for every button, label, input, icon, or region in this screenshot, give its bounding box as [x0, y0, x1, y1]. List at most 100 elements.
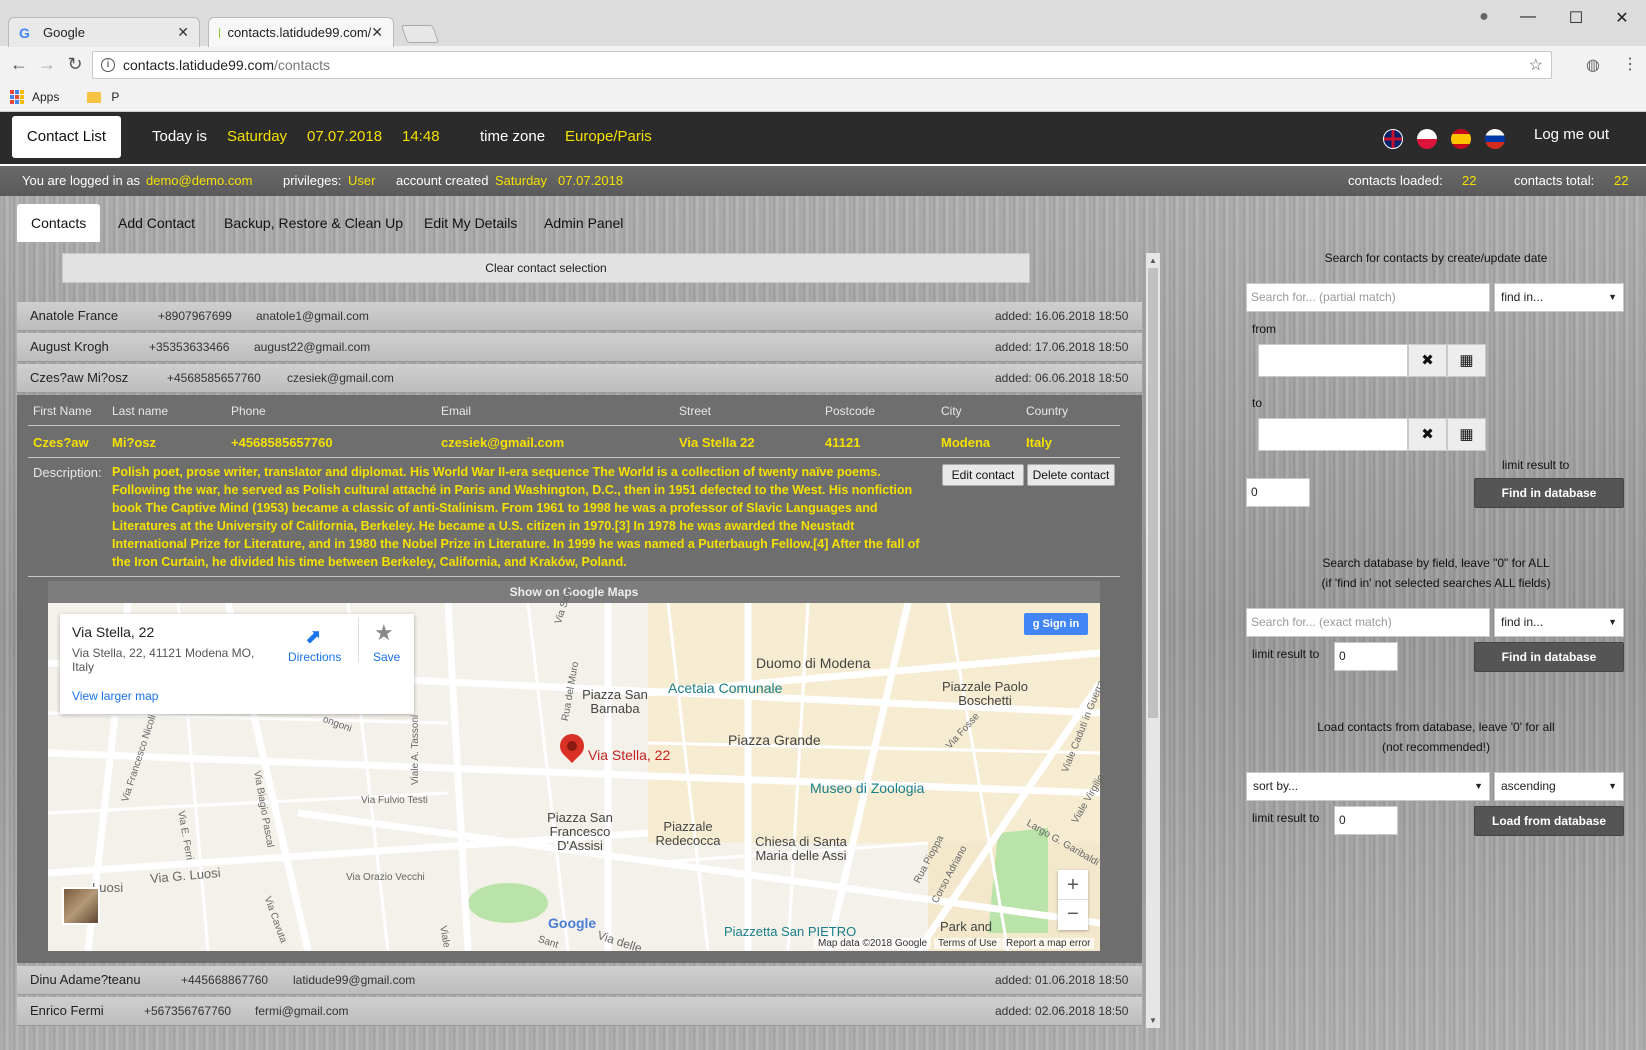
browser-tab-label: contacts.latidude99.com/: [227, 25, 372, 40]
sort-by-select[interactable]: sort by... ▼: [1246, 772, 1490, 801]
contact-name: Anatole France: [30, 308, 119, 323]
from-date-input[interactable]: [1258, 344, 1408, 377]
partial-search-input[interactable]: Search for... (partial match): [1246, 283, 1490, 312]
close-tab-icon[interactable]: ✕: [371, 24, 383, 41]
clear-date-icon[interactable]: ✖: [1408, 344, 1447, 377]
bookmark-p[interactable]: P: [111, 90, 119, 104]
terms-of-use-link[interactable]: Terms of Use: [934, 938, 1001, 949]
list-scrollbar-thumb[interactable]: [1148, 268, 1158, 718]
contact-row-selected[interactable]: Czes?aw Mi?osz +4568585657760 czesiek@gm…: [17, 364, 1142, 393]
contact-row[interactable]: August Krogh +35353633466 august22@gmail…: [17, 333, 1142, 362]
scroll-down-icon[interactable]: ▼: [1146, 1016, 1160, 1025]
map-street: Via Fulvio Testi: [361, 795, 428, 806]
timezone-value: Europe/Paris: [565, 128, 652, 145]
maximize-icon[interactable]: ☐: [1562, 8, 1590, 28]
find-in-select-date[interactable]: find in... ▼: [1494, 283, 1624, 312]
timezone-label: time zone: [480, 128, 546, 145]
to-date-input[interactable]: [1258, 418, 1408, 451]
zoom-out-icon[interactable]: −: [1058, 900, 1088, 930]
limit-input-load[interactable]: 0: [1334, 806, 1398, 835]
directions-link[interactable]: Directions: [288, 650, 341, 664]
map-zoom-control[interactable]: + −: [1058, 870, 1088, 930]
poland-flag-icon[interactable]: [1417, 129, 1437, 149]
limit-input-field[interactable]: 0: [1334, 642, 1398, 671]
sign-in-label: Sign in: [1042, 618, 1080, 630]
reload-icon[interactable]: ↻: [64, 54, 86, 75]
report-map-error-link[interactable]: Report a map error: [1002, 938, 1095, 949]
contact-row[interactable]: Anatole France +8907967699 anatole1@gmai…: [17, 302, 1142, 331]
load-subtitle: (not recommended!): [1381, 740, 1491, 754]
logout-button[interactable]: Log me out: [1534, 126, 1609, 143]
value-street: Via Stella 22: [679, 435, 755, 450]
calendar-grid-icon[interactable]: ▦: [1447, 418, 1486, 451]
minimize-icon[interactable]: —: [1514, 8, 1542, 26]
logged-in-label: You are logged in as: [22, 173, 141, 188]
value-first-name: Czes?aw: [33, 435, 89, 450]
contacts-loaded-label: contacts loaded:: [1348, 173, 1443, 188]
star-icon[interactable]: ☆: [1529, 55, 1543, 75]
satellite-toggle-thumbnail[interactable]: [62, 887, 100, 925]
exact-search-input[interactable]: Search for... (exact match): [1246, 608, 1490, 637]
info-icon[interactable]: i: [101, 58, 115, 72]
limit-input-date[interactable]: 0: [1246, 478, 1310, 507]
load-from-database-button[interactable]: Load from database: [1474, 806, 1624, 836]
map-place: Piazza San Barnaba: [582, 687, 648, 716]
map-sign-in-button[interactable]: g Sign in: [1024, 613, 1088, 635]
tab-admin-panel[interactable]: Admin Panel: [530, 204, 637, 242]
load-title: Load contacts from database, leave '0' f…: [1317, 720, 1555, 734]
value-city: Modena: [941, 435, 991, 450]
clear-selection-button[interactable]: Clear contact selection: [62, 253, 1030, 283]
view-larger-map-link[interactable]: View larger map: [72, 689, 158, 703]
back-icon[interactable]: ←: [8, 54, 30, 75]
contact-email: august22@gmail.com: [254, 340, 371, 354]
tab-add-contact[interactable]: Add Contact: [104, 204, 209, 242]
bookmark-apps[interactable]: Apps: [32, 90, 59, 104]
chevron-down-icon: ▼: [1608, 781, 1617, 791]
zoom-in-icon[interactable]: +: [1058, 870, 1088, 900]
contact-row[interactable]: Dinu Adame?teanu +445668867760 latidude9…: [17, 966, 1142, 995]
header-postcode: Postcode: [825, 404, 876, 418]
delete-contact-button[interactable]: Delete contact: [1027, 464, 1115, 486]
close-window-icon[interactable]: ✕: [1608, 8, 1636, 28]
map-place: Piazzale Redecocca: [655, 819, 721, 848]
save-link[interactable]: Save: [373, 650, 400, 664]
tab-contacts[interactable]: Contacts: [17, 204, 101, 242]
contact-added: added: 02.06.2018 18:50: [995, 1004, 1129, 1018]
map-place: Duomo di Modena: [756, 655, 871, 671]
order-select[interactable]: ascending ▼: [1494, 772, 1624, 801]
chevron-down-icon: ▼: [1474, 781, 1483, 791]
order-value: ascending: [1501, 779, 1556, 793]
map-place: Park and: [940, 919, 993, 934]
app-logo-button[interactable]: Contact List: [12, 116, 121, 158]
contact-row[interactable]: Enrico Fermi +567356767760 fermi@gmail.c…: [17, 997, 1142, 1026]
browser-tab-contacts[interactable]: contacts.latidude99.com/ ✕: [208, 17, 394, 47]
extension-icon[interactable]: ◍: [1586, 55, 1600, 75]
account-icon[interactable]: ●: [1470, 8, 1498, 26]
browser-tab-google[interactable]: G Google ✕: [8, 17, 200, 47]
save-star-icon[interactable]: ★: [374, 620, 394, 646]
address-bar[interactable]: i contacts.latidude99.com/contacts ☆: [92, 51, 1552, 79]
find-in-database-button[interactable]: Find in database: [1474, 642, 1624, 672]
new-tab-button[interactable]: [400, 25, 440, 43]
limit-label: limit result to: [1252, 811, 1320, 825]
clear-date-icon[interactable]: ✖: [1408, 418, 1447, 451]
russia-flag-icon[interactable]: [1485, 129, 1505, 149]
header-last-name: Last name: [112, 404, 169, 418]
calendar-grid-icon[interactable]: ▦: [1447, 344, 1486, 377]
scroll-up-icon[interactable]: ▲: [1146, 256, 1160, 265]
directions-icon[interactable]: ⬈: [305, 624, 322, 649]
find-in-database-button[interactable]: Find in database: [1474, 478, 1624, 508]
uk-flag-icon[interactable]: [1383, 129, 1403, 149]
close-tab-icon[interactable]: ✕: [177, 24, 189, 41]
tab-edit-my-details[interactable]: Edit My Details: [410, 204, 531, 242]
menu-icon[interactable]: ⋮: [1622, 54, 1638, 74]
edit-contact-button[interactable]: Edit contact: [942, 464, 1024, 486]
tab-backup-restore[interactable]: Backup, Restore & Clean Up: [210, 204, 417, 242]
contacts-loaded-value: 22: [1462, 173, 1477, 188]
contact-added: added: 06.06.2018 18:50: [995, 371, 1129, 385]
spain-flag-icon[interactable]: [1451, 129, 1471, 149]
forward-icon[interactable]: →: [36, 54, 58, 75]
contact-phone: +8907967699: [158, 309, 232, 323]
find-in-select-field[interactable]: find in... ▼: [1494, 608, 1624, 637]
contacts-total-value: 22: [1614, 173, 1629, 188]
